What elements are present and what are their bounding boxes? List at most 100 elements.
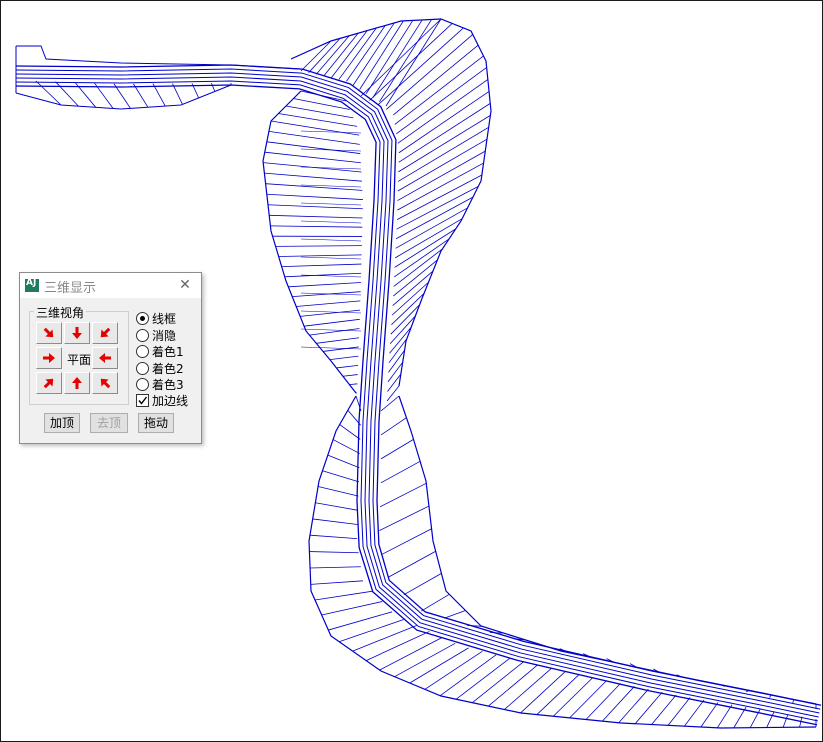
section-line [328, 611, 393, 631]
checkbox-box [136, 394, 149, 407]
arrow-down-left-button[interactable] [92, 322, 118, 344]
radio-circle [136, 361, 149, 375]
section-line [365, 631, 430, 661]
section-line [372, 19, 423, 98]
title-bar[interactable]: AJ 三维显示 ✕ [20, 273, 201, 298]
wire-line [262, 90, 357, 394]
arrow-left-button[interactable] [92, 347, 118, 369]
section-line [536, 674, 580, 715]
section-line [391, 281, 429, 316]
section-line [322, 470, 360, 483]
section-line [270, 225, 363, 228]
section-line [310, 580, 363, 585]
section-line [312, 518, 358, 525]
section-line [267, 204, 363, 210]
display-mode-label: 着色3 [152, 378, 184, 392]
section-line [387, 550, 436, 578]
section-line [310, 566, 361, 569]
wire-line [290, 18, 492, 387]
section-line [269, 214, 363, 219]
section-line [284, 272, 362, 278]
section-line [389, 315, 416, 345]
section-line [323, 32, 359, 77]
dialog-title: 三维显示 [44, 281, 97, 296]
arrow-down-icon [72, 327, 82, 339]
section-line [266, 193, 363, 200]
plan-view-button[interactable]: 平面 [66, 350, 92, 370]
section-line [327, 454, 360, 469]
contour-line [300, 130, 362, 134]
radio-circle [136, 345, 149, 358]
arrow-up-left-button[interactable] [92, 372, 118, 394]
contour-line [300, 256, 362, 260]
wire-line [398, 395, 817, 705]
section-line [172, 83, 183, 105]
section-line [275, 245, 362, 247]
display-mode-label: 线框 [152, 312, 177, 326]
section-line [309, 534, 358, 540]
app-icon: AJ [25, 278, 39, 292]
section-line [336, 364, 359, 369]
arrow-up-button[interactable] [64, 372, 90, 394]
3d-display-dialog: AJ 三维显示 ✕ 三维视角 平面 加边线 加顶 去顶 拖动 线框 消隐 着色1 着色… [19, 272, 202, 444]
section-line [380, 460, 421, 484]
section-line [403, 573, 442, 596]
section-line [386, 385, 400, 402]
section-line [618, 688, 649, 724]
section-line [602, 686, 635, 722]
section-line [390, 304, 420, 335]
close-icon[interactable]: ✕ [177, 277, 193, 293]
section-line [317, 486, 359, 497]
section-line [315, 35, 350, 75]
section-line [264, 172, 362, 182]
arrow-up-right-button[interactable] [36, 372, 62, 394]
contour-line [300, 292, 362, 296]
section-line [331, 30, 368, 78]
section-line [395, 196, 474, 240]
section-line [684, 699, 705, 727]
section-line [504, 668, 552, 710]
section-line [329, 355, 359, 361]
section-line [300, 40, 332, 72]
section-line [716, 704, 733, 729]
contour-line [300, 220, 362, 224]
add-top-button[interactable]: 加顶 [44, 413, 80, 433]
arrow-down-button[interactable] [64, 322, 90, 344]
section-line [339, 619, 404, 643]
section-line [387, 373, 402, 392]
display-mode-label: 着色2 [152, 361, 184, 376]
edge-lines-label: 加边线 [152, 394, 189, 408]
section-line [292, 291, 361, 298]
section-line [409, 647, 469, 684]
section-line [352, 22, 395, 86]
remove-top-button[interactable]: 去顶 [90, 413, 128, 433]
view-angle-group-label: 三维视角 [34, 304, 87, 321]
radio-circle [136, 378, 149, 391]
section-line [386, 34, 473, 110]
section-line [392, 270, 434, 306]
radio-circle [136, 328, 149, 342]
contour-line [300, 202, 362, 206]
section-line [379, 637, 443, 671]
section-line [270, 120, 360, 136]
drag-button[interactable]: 拖动 [138, 413, 174, 433]
section-line [379, 505, 430, 532]
section-line [296, 300, 361, 307]
section-line [264, 151, 361, 164]
section-line [391, 293, 425, 325]
check-icon [138, 396, 148, 405]
section-line [792, 699, 794, 704]
arrow-right-button[interactable] [36, 347, 62, 369]
section-line [397, 150, 486, 201]
section-line [339, 424, 361, 440]
section-line [321, 601, 383, 616]
wire-line [15, 84, 232, 110]
section-line [352, 625, 417, 652]
section-line [700, 702, 719, 728]
section-line [634, 691, 663, 724]
arrow-down-right-button[interactable] [36, 322, 62, 344]
section-line [133, 83, 149, 108]
section-line [380, 439, 414, 460]
section-line [316, 337, 360, 344]
section-line [365, 20, 414, 94]
